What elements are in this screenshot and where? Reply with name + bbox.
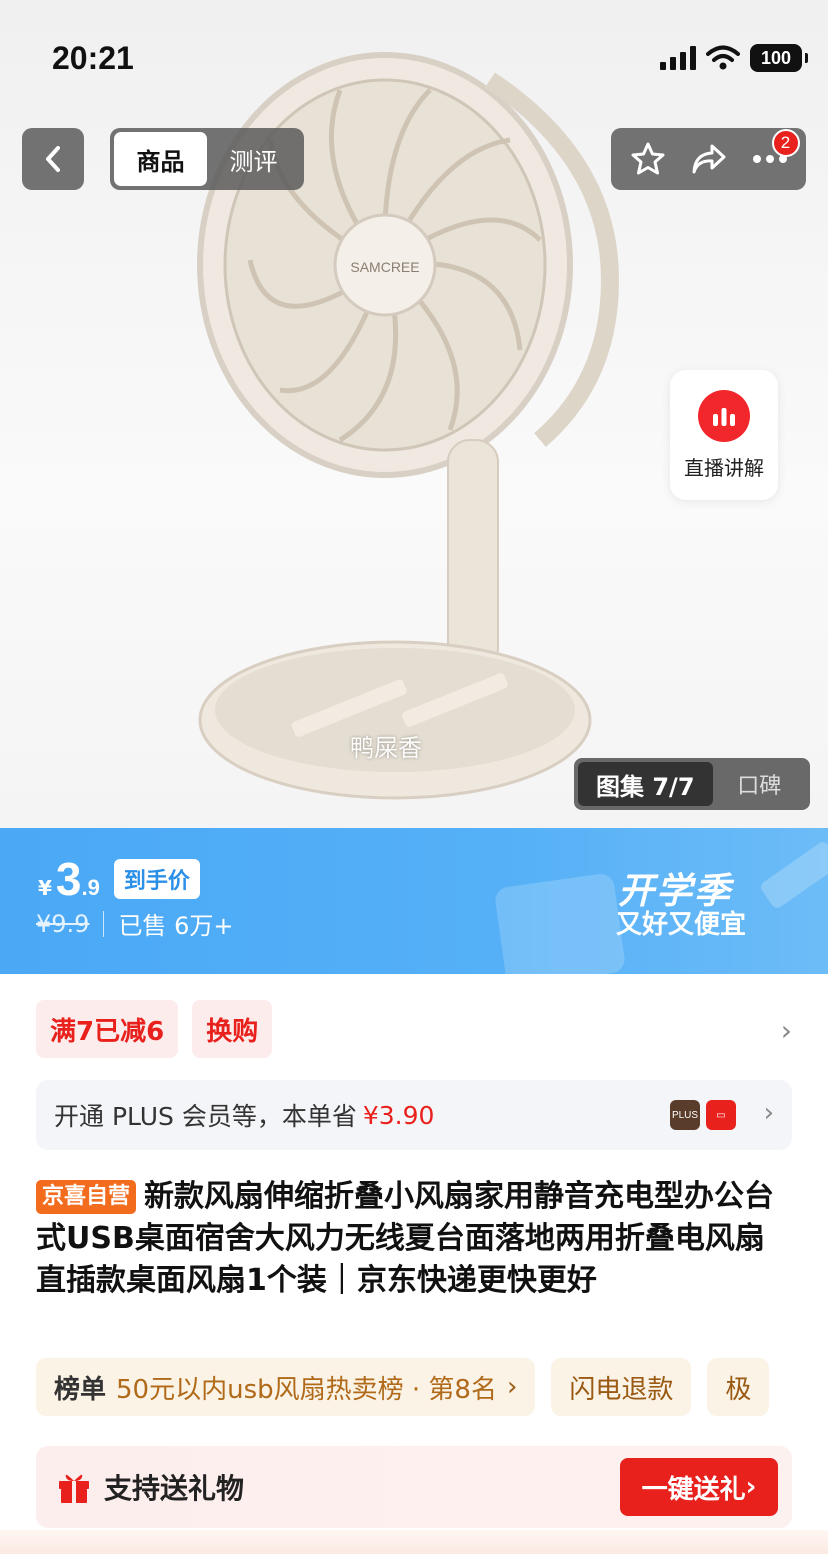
ranking-label: 榜单 [54, 1374, 107, 1405]
send-gift-button[interactable]: 一键送礼 › [620, 1458, 778, 1516]
original-price: ¥9.9 [36, 909, 90, 938]
price-decimal: .9 [81, 875, 100, 900]
price-row: ¥ 3 .9 到手价 [38, 852, 200, 906]
status-time: 20:21 [52, 40, 134, 76]
promo-exchange-tag: 换购 [192, 1000, 273, 1058]
promotion-row[interactable]: 满7已减6 换购 › [36, 1000, 792, 1058]
ranking-text: 50元以内usb风扇热卖榜 · 第8名 [116, 1374, 497, 1405]
live-explain-label: 直播讲解 [684, 455, 764, 480]
chevron-right-icon: › [763, 1098, 774, 1128]
live-explain-button[interactable]: 直播讲解 [670, 370, 778, 500]
star-icon [631, 142, 664, 175]
reviews-tab[interactable]: 口碑 [713, 768, 806, 800]
plus-membership-row[interactable]: 开通 PLUS 会员等，本单省 ¥3.90 PLUS ▭ › [36, 1080, 792, 1150]
plus-member-icon: PLUS [670, 1100, 700, 1130]
campaign-subtitle: 又好又便宜 [616, 910, 747, 940]
share-icon [692, 144, 725, 174]
product-detail-page: SAMCREE 鸭屎香 20:21 100 商品 测评 2 直播讲解 图集 7/… [0, 0, 828, 1554]
share-button[interactable] [683, 133, 735, 185]
divider [103, 910, 105, 937]
nav-tabs: 商品 测评 [110, 128, 304, 190]
gallery-tab[interactable]: 图集 7/7 [578, 762, 713, 806]
status-bar: 20:21 100 [0, 0, 828, 110]
gift-icon [59, 1474, 89, 1503]
wallet-icon: ▭ [706, 1100, 736, 1130]
nav-actions: 2 [611, 128, 806, 190]
original-price-row: ¥9.9 已售 6万+ [36, 906, 233, 941]
gift-row: 支持送礼物 一键送礼 › [36, 1446, 792, 1528]
tab-product[interactable]: 商品 [114, 132, 207, 186]
tab-review[interactable]: 测评 [207, 132, 300, 186]
back-button[interactable] [22, 128, 84, 190]
final-price-tag: 到手价 [113, 859, 200, 899]
decoration-folder [493, 872, 627, 974]
status-icons: 100 [660, 44, 808, 72]
ranking-pill[interactable]: 榜单 50元以内usb风扇热卖榜 · 第8名 › [36, 1358, 536, 1416]
currency-symbol: ¥ [38, 876, 52, 900]
chevron-right-icon: › [745, 1472, 757, 1502]
price-integer: 3 [55, 853, 82, 905]
send-gift-label: 一键送礼 [641, 1474, 746, 1505]
chevron-left-icon [46, 146, 60, 172]
product-image-area[interactable]: SAMCREE 鸭屎香 20:21 100 商品 测评 2 直播讲解 图集 7/… [0, 0, 828, 828]
signal-icon [660, 46, 696, 70]
more-button[interactable]: 2 [744, 129, 800, 185]
favorite-button[interactable] [622, 133, 674, 185]
self-operated-badge: 京喜自营 [36, 1180, 137, 1214]
notification-badge: 2 [771, 129, 800, 157]
plus-savings: ¥3.90 [362, 1100, 435, 1130]
promo-discount-tag: 满7已减6 [36, 1000, 179, 1058]
battery-indicator: 100 [750, 44, 808, 72]
chevron-right-icon: › [506, 1372, 518, 1402]
gallery-switch: 图集 7/7 口碑 [574, 758, 810, 810]
plus-icons: PLUS ▭ [670, 1100, 736, 1130]
sold-count: 已售 6万+ [118, 912, 234, 940]
watermark-text: 鸭屎香 [350, 734, 422, 762]
rank-row: 榜单 50元以内usb风扇热卖榜 · 第8名 › 闪电退款 极 [36, 1358, 828, 1416]
product-title: 京喜自营 新款风扇伸缩折叠小风扇家用静音充电型办公台式USB桌面宿舍大风力无线夏台… [36, 1176, 796, 1302]
fan-brand-text: SAMCREE [350, 259, 419, 275]
wifi-icon [706, 45, 740, 70]
bottom-strip [0, 1530, 828, 1554]
chevron-right-icon: › [780, 1014, 792, 1047]
gift-support-text: 支持送礼物 [104, 1472, 245, 1505]
product-title-text: 新款风扇伸缩折叠小风扇家用静音充电型办公台式USB桌面宿舍大风力无线夏台面落地两… [36, 1179, 775, 1298]
decoration-pencil [758, 839, 828, 911]
plus-text: 开通 PLUS 会员等，本单省 [54, 1102, 357, 1131]
live-icon [698, 389, 750, 442]
service-fast-refund[interactable]: 闪电退款 [551, 1358, 692, 1416]
service-extra[interactable]: 极 [707, 1358, 770, 1416]
